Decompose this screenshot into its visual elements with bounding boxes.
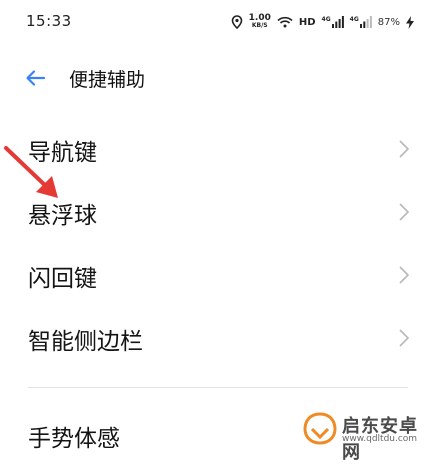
signal-icon: [359, 16, 372, 28]
status-icons: 1.00 KB/S HD 4G 4G 87%: [231, 13, 414, 31]
site-watermark: 启东安卓网 www.qdltdu.com: [302, 400, 430, 463]
chevron-right-icon: [399, 203, 410, 221]
signal-2-tag: 4G: [349, 16, 359, 23]
page-title: 便捷辅助: [69, 69, 146, 91]
chevron-right-icon: [399, 329, 410, 347]
network-speed: 1.00 KB/S: [249, 14, 271, 30]
menu-item-label: 手势体感: [28, 426, 120, 452]
menu-item-label: 闪回键: [28, 266, 97, 292]
section-divider: [28, 387, 408, 388]
signal-2: 4G: [350, 16, 372, 28]
chevron-right-icon: [399, 140, 410, 158]
signal-1-tag: 4G: [321, 16, 331, 23]
back-arrow-icon: [26, 70, 46, 86]
battery-percent: 87%: [377, 16, 400, 28]
menu-item-smart-sidebar[interactable]: 智能侧边栏: [0, 308, 432, 368]
hd-label: HD: [298, 16, 316, 28]
watermark-url: www.qdltdu.com: [342, 434, 418, 444]
status-bar: 15:33 1.00 KB/S HD 4G 4G 87%: [0, 0, 432, 44]
network-speed-value: 1.00: [248, 13, 271, 23]
signal-1: 4G: [322, 16, 344, 28]
back-button[interactable]: [22, 64, 50, 92]
menu-item-flashback-key[interactable]: 闪回键: [0, 245, 432, 305]
network-speed-unit: KB/S: [251, 22, 268, 29]
charging-icon: [406, 15, 414, 29]
wifi-icon: [277, 16, 293, 28]
chevron-right-icon: [399, 266, 410, 284]
location-icon: [231, 15, 243, 29]
menu-item-label: 智能侧边栏: [28, 329, 143, 355]
status-time: 15:33: [26, 12, 72, 30]
annotation-arrow-icon: [4, 146, 58, 198]
watermark-logo-icon: [303, 412, 337, 445]
page-header: 便捷辅助: [0, 56, 432, 100]
signal-icon: [331, 16, 344, 28]
